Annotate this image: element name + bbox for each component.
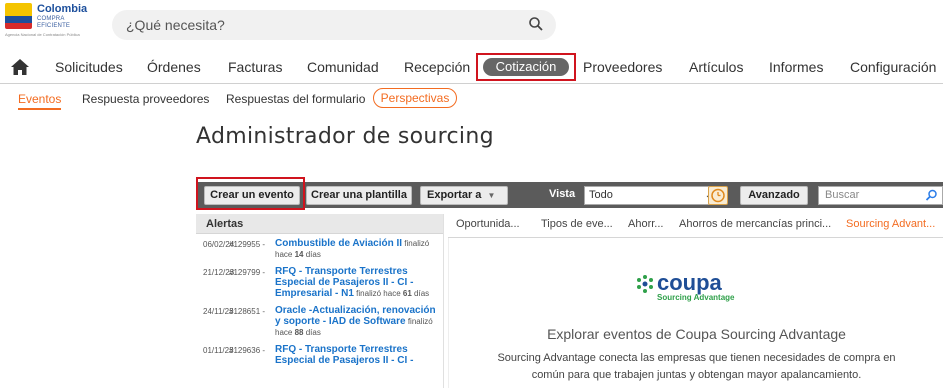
tab-ahorros[interactable]: Ahorr... [628,218,663,230]
tab-ahorros-mercancias[interactable]: Ahorros de mercancías princi... [679,218,831,230]
home-icon[interactable] [10,58,30,76]
nav-informes[interactable]: Informes [769,59,823,75]
alert-item: 06/02/24 #129955 - Combustible de Aviaci… [196,234,443,262]
search-placeholder: ¿Qué necesita? [126,17,225,33]
nav-solicitudes[interactable]: Solicitudes [55,59,123,75]
create-event-highlight [196,177,305,210]
clock-icon[interactable] [708,186,728,205]
coupa-brand-sub: Sourcing Advantage [657,293,735,302]
nav-proveedores[interactable]: Proveedores [583,59,662,75]
logo-tagline: Agencia Nacional de Contratación Pública [5,32,80,37]
explore-heading: Explorar eventos de Coupa Sourcing Advan… [547,326,846,342]
alert-days-unit: días [414,289,430,298]
top-bar: Colombia COMPRA EFICIENTE Agencia Nacion… [0,0,943,44]
tab-oportunidades[interactable]: Oportunida... [456,218,520,230]
nav-recepcion[interactable]: Recepción [404,59,470,75]
alerts-panel: Alertas 06/02/24 #129955 - Combustible d… [196,214,444,388]
coupa-star-icon [637,275,653,293]
export-button[interactable]: Exportar a ▼ [420,186,508,205]
alert-id: #128651 - [229,307,266,316]
advanced-button[interactable]: Avanzado [740,186,808,205]
main-nav: Solicitudes Órdenes Facturas Comunidad R… [0,52,943,84]
alert-link[interactable]: RFQ - Transporte Terrestres Especial de … [275,344,413,366]
logo-title: Colombia [37,3,88,15]
alert-days: 61 [402,289,412,298]
alert-item: 21/12/23 #129799 - RFQ - Transporte Terr… [196,262,443,301]
search-icon[interactable] [528,16,544,32]
sourcing-toolbar: Crear un evento Crear una plantilla Expo… [196,182,943,208]
sourcing-advantage-panel: coupa Sourcing Advantage Explorar evento… [448,238,943,388]
coupa-logo: coupa Sourcing Advantage [635,270,775,304]
global-search-input[interactable]: ¿Qué necesita? [112,10,556,40]
subnav-respuestas-formulario[interactable]: Respuestas del formulario [226,92,365,106]
tab-sourcing-advantage[interactable]: Sourcing Advant... [846,218,935,230]
alert-id: #129799 - [229,268,266,277]
nav-cotizacion-highlight: Cotización [476,53,576,81]
sub-nav: Eventos Respuesta proveedores Respuestas… [0,86,943,112]
logo-subtitle: COMPRA EFICIENTE [37,16,71,29]
flag-icon [5,3,32,29]
sourcing-description: Sourcing Advantage conecta las empresas … [497,352,896,381]
view-select[interactable]: Todo ⌄ [584,186,720,205]
subnav-respuesta-proveedores[interactable]: Respuesta proveedores [82,92,209,106]
nav-facturas[interactable]: Facturas [228,59,282,75]
alert-item: 24/11/23 #128651 - Oracle -Actualización… [196,301,443,340]
tab-tipos-evento[interactable]: Tipos de eve... [541,218,613,230]
alert-days-unit: días [305,250,321,259]
subnav-perspectivas[interactable]: Perspectivas [373,88,457,108]
alert-status: finalizó hace [356,289,401,298]
alert-item: 01/11/23 #129636 - RFQ - Transporte Terr… [196,340,443,368]
create-template-button[interactable]: Crear una plantilla [306,186,412,205]
alert-days-unit: días [305,328,321,337]
alert-days: 88 [294,328,304,337]
subnav-eventos[interactable]: Eventos [18,92,62,110]
alert-id: #129636 - [229,346,266,355]
nav-ordenes[interactable]: Órdenes [147,59,201,75]
alert-id: #129955 - [229,240,266,249]
alert-days: 14 [294,250,304,259]
insights-tabs: Oportunida... Tipos de eve... Ahorr... A… [448,214,943,238]
toolbar-search-input[interactable]: Buscar [818,186,943,205]
export-label: Exportar a [427,189,482,201]
toolbar-search-placeholder: Buscar [825,189,860,201]
nav-comunidad[interactable]: Comunidad [307,59,379,75]
chevron-down-icon: ▼ [487,191,496,200]
search-icon[interactable] [925,189,938,202]
nav-articulos[interactable]: Artículos [689,59,743,75]
page-title: Administrador de sourcing [196,124,494,149]
colombia-compra-logo[interactable]: Colombia COMPRA EFICIENTE Agencia Nacion… [5,3,95,39]
view-label: Vista [549,188,576,200]
alerts-header: Alertas [196,214,443,234]
view-select-value: Todo [589,189,613,201]
alert-link[interactable]: Combustible de Aviación II [275,238,402,249]
nav-cotizacion[interactable]: Cotización [483,58,569,76]
nav-configuracion[interactable]: Configuración [850,59,936,75]
